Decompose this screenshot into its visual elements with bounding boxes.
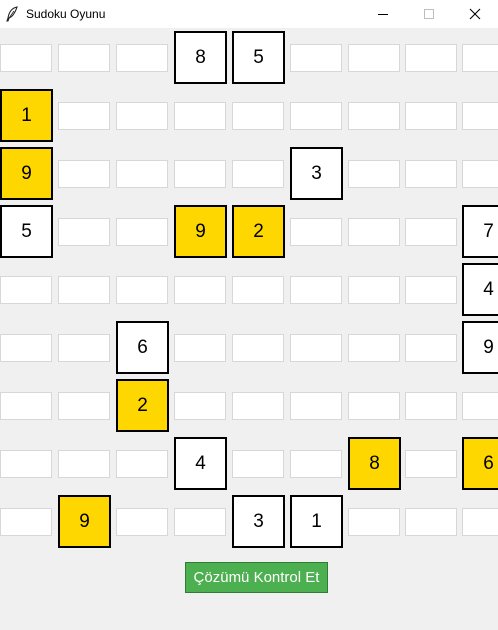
cell-r8-c1[interactable] <box>0 450 52 478</box>
cell-r6-c7[interactable] <box>348 334 400 362</box>
cell-r1-c8[interactable] <box>405 44 457 72</box>
cell-r2-c6[interactable] <box>290 102 342 130</box>
cell-r9-c7[interactable] <box>348 508 400 536</box>
cell-r5-c6[interactable] <box>290 276 342 304</box>
cell-r1-c7[interactable] <box>348 44 400 72</box>
cell-r2-c3[interactable] <box>116 102 168 130</box>
cell-r8-c4[interactable]: 4 <box>174 437 227 490</box>
cell-r4-c2[interactable] <box>58 218 110 246</box>
cell-r9-c5[interactable]: 3 <box>232 495 285 548</box>
cell-r7-c2[interactable] <box>58 392 110 420</box>
cell-r8-c3[interactable] <box>116 450 168 478</box>
cell-r8-c6[interactable] <box>290 450 342 478</box>
cell-r4-c5[interactable]: 2 <box>232 205 285 258</box>
cell-r8-c9[interactable]: 6 <box>462 437 498 490</box>
cell-r6-c5[interactable] <box>232 334 284 362</box>
cell-r3-c4[interactable] <box>174 160 226 188</box>
cell-r5-c9[interactable]: 4 <box>462 263 498 316</box>
cell-r5-c5[interactable] <box>232 276 284 304</box>
cell-r3-c2[interactable] <box>58 160 110 188</box>
cell-r2-c8[interactable] <box>405 102 457 130</box>
cell-r9-c1[interactable] <box>0 508 52 536</box>
cell-r1-c5[interactable]: 5 <box>232 31 285 84</box>
maximize-button[interactable] <box>406 0 452 28</box>
cell-r4-c9[interactable]: 7 <box>462 205 498 258</box>
cell-r4-c7[interactable] <box>348 218 400 246</box>
close-button[interactable] <box>452 0 498 28</box>
cell-r4-c6[interactable] <box>290 218 342 246</box>
cell-r8-c2[interactable] <box>58 450 110 478</box>
cell-r3-c5[interactable] <box>232 160 284 188</box>
cell-r6-c6[interactable] <box>290 334 342 362</box>
cell-r8-c7[interactable]: 8 <box>348 437 401 490</box>
cell-r9-c9[interactable] <box>462 508 498 536</box>
title-bar: Sudoku Oyunu <box>0 0 498 28</box>
cell-r3-c6[interactable]: 3 <box>290 147 343 200</box>
cell-r7-c8[interactable] <box>405 392 457 420</box>
check-solution-button[interactable]: Çözümü Kontrol Et <box>185 562 328 593</box>
maximize-icon <box>424 9 434 19</box>
feather-icon <box>5 6 19 22</box>
cell-r5-c4[interactable] <box>174 276 226 304</box>
cell-r6-c3[interactable]: 6 <box>116 321 169 374</box>
cell-r5-c3[interactable] <box>116 276 168 304</box>
cell-r3-c8[interactable] <box>405 160 457 188</box>
cell-r7-c6[interactable] <box>290 392 342 420</box>
cell-r5-c8[interactable] <box>405 276 457 304</box>
cell-r4-c3[interactable] <box>116 218 168 246</box>
cell-r2-c1[interactable]: 1 <box>0 89 53 142</box>
cell-r7-c5[interactable] <box>232 392 284 420</box>
cell-r4-c1[interactable]: 5 <box>0 205 53 258</box>
cell-r9-c3[interactable] <box>116 508 168 536</box>
cell-r1-c4[interactable]: 8 <box>174 31 227 84</box>
window-title: Sudoku Oyunu <box>26 7 106 21</box>
cell-r6-c1[interactable] <box>0 334 52 362</box>
cell-r9-c8[interactable] <box>405 508 457 536</box>
cell-r1-c2[interactable] <box>58 44 110 72</box>
cell-r1-c1[interactable] <box>0 44 52 72</box>
cell-r2-c7[interactable] <box>348 102 400 130</box>
cell-r6-c9[interactable]: 9 <box>462 321 498 374</box>
cell-r6-c8[interactable] <box>405 334 457 362</box>
cell-r2-c5[interactable] <box>232 102 284 130</box>
cell-r1-c6[interactable] <box>290 44 342 72</box>
cell-r8-c5[interactable] <box>232 450 284 478</box>
cell-r7-c4[interactable] <box>174 392 226 420</box>
cell-r3-c9[interactable] <box>462 160 498 188</box>
minimize-icon <box>378 14 388 15</box>
cell-r5-c2[interactable] <box>58 276 110 304</box>
cell-r7-c7[interactable] <box>348 392 400 420</box>
cell-r2-c4[interactable] <box>174 102 226 130</box>
cell-r9-c6[interactable]: 1 <box>290 495 343 548</box>
cell-r8-c8[interactable] <box>405 450 457 478</box>
cell-r3-c7[interactable] <box>348 160 400 188</box>
cell-r2-c9[interactable] <box>462 102 498 130</box>
cell-r9-c2[interactable]: 9 <box>58 495 111 548</box>
cell-r1-c9[interactable] <box>462 44 498 72</box>
cell-r4-c4[interactable]: 9 <box>174 205 227 258</box>
cell-r7-c3[interactable]: 2 <box>116 379 169 432</box>
cell-r6-c4[interactable] <box>174 334 226 362</box>
cell-r9-c4[interactable] <box>174 508 226 536</box>
cell-r3-c1[interactable]: 9 <box>0 147 53 200</box>
cell-r6-c2[interactable] <box>58 334 110 362</box>
minimize-button[interactable] <box>360 0 406 28</box>
cell-r7-c9[interactable] <box>462 392 498 420</box>
cell-r1-c3[interactable] <box>116 44 168 72</box>
close-icon <box>469 8 481 20</box>
cell-r2-c2[interactable] <box>58 102 110 130</box>
cell-r3-c3[interactable] <box>116 160 168 188</box>
cell-r4-c8[interactable] <box>405 218 457 246</box>
cell-r5-c7[interactable] <box>348 276 400 304</box>
cell-r5-c1[interactable] <box>0 276 52 304</box>
cell-r7-c1[interactable] <box>0 392 52 420</box>
